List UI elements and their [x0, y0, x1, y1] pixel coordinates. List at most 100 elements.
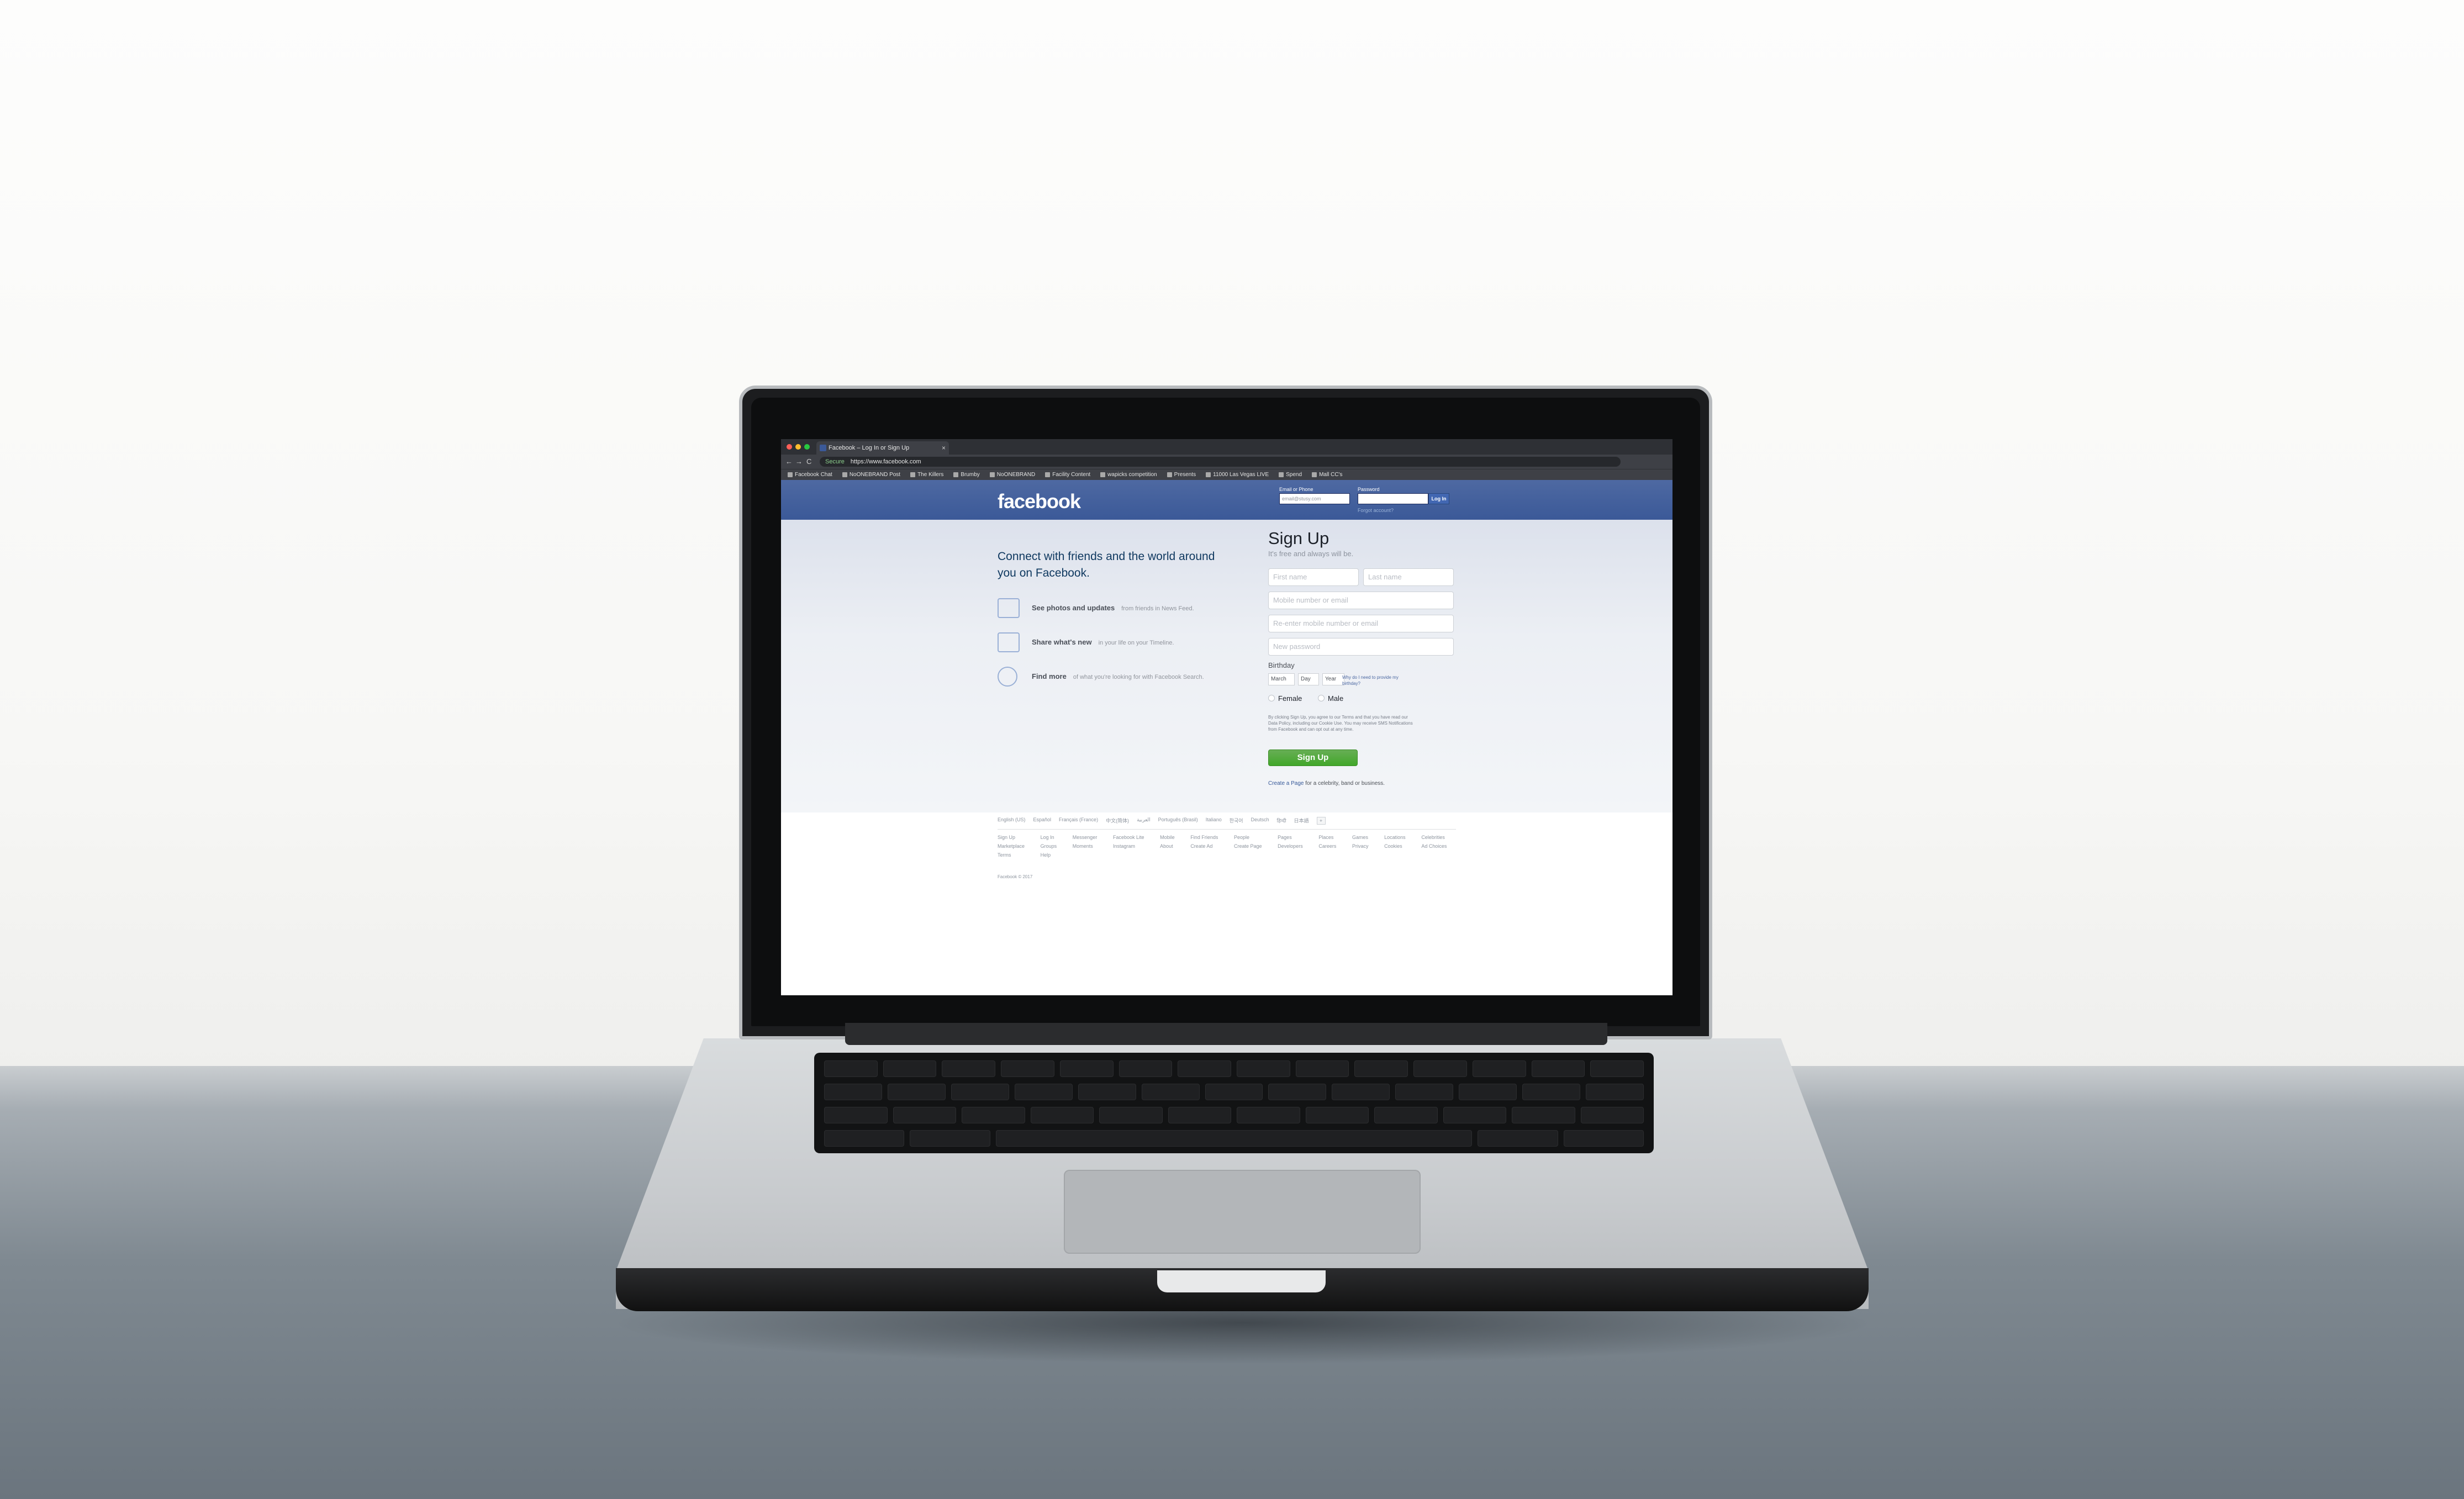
language-link[interactable]: Español: [1033, 817, 1052, 825]
footer-link[interactable]: Sign Up: [998, 835, 1034, 840]
back-arrow-icon[interactable]: ←: [785, 457, 793, 466]
gender-female-radio[interactable]: Female: [1268, 694, 1302, 703]
bookmark-item[interactable]: Facebook Chat: [788, 472, 832, 478]
more-languages-button[interactable]: +: [1316, 817, 1326, 825]
bookmark-item[interactable]: Facility Content: [1045, 472, 1090, 478]
bookmark-folder-icon: [788, 472, 793, 477]
language-link[interactable]: Italiano: [1206, 817, 1222, 825]
footer-link[interactable]: Developers: [1278, 843, 1312, 849]
footer-link[interactable]: Ad Choices: [1421, 843, 1456, 849]
tab-facebook[interactable]: Facebook – Log In or Sign Up ×: [816, 441, 949, 455]
keyboard: [814, 1053, 1654, 1153]
footer-link[interactable]: Games: [1352, 835, 1378, 840]
footer-link[interactable]: Places: [1318, 835, 1346, 840]
language-link[interactable]: 한국어: [1230, 817, 1243, 825]
footer-link[interactable]: Terms: [998, 852, 1034, 858]
language-link[interactable]: English (US): [998, 817, 1026, 825]
birthday-label: Birthday: [1268, 661, 1295, 669]
language-link[interactable]: 中文(简体): [1106, 817, 1129, 825]
footer-link[interactable]: Log In: [1041, 835, 1066, 840]
login-button[interactable]: Log In: [1428, 493, 1449, 504]
gender-male-label: Male: [1328, 694, 1344, 703]
signup-button[interactable]: Sign Up: [1268, 750, 1358, 766]
first-name-input[interactable]: First name: [1268, 568, 1359, 586]
footer-link[interactable]: Create Ad: [1190, 843, 1227, 849]
minimize-window-icon[interactable]: [795, 444, 801, 450]
bookmark-item[interactable]: Mall CC's: [1312, 472, 1343, 478]
laptop-screen: Facebook – Log In or Sign Up × ← → C Sec…: [781, 439, 1672, 995]
gender-male-radio[interactable]: Male: [1318, 694, 1343, 703]
language-link[interactable]: 日本語: [1294, 817, 1309, 825]
forgot-account-link[interactable]: Forgot account?: [1358, 508, 1394, 513]
key-row: [824, 1107, 1644, 1123]
reenter-mobile-email-input[interactable]: Re-enter mobile number or email: [1268, 615, 1454, 632]
footer-link[interactable]: Moments: [1073, 843, 1106, 849]
bookmark-label: Spend: [1286, 472, 1302, 478]
feature-find: Find more of what you're looking for with…: [998, 667, 1263, 689]
facebook-logo[interactable]: facebook: [998, 490, 1081, 513]
footer-link[interactable]: Facebook Lite: [1113, 835, 1153, 840]
bookmark-item[interactable]: 11000 Las Vegas LIVE: [1206, 472, 1269, 478]
feature-desc: of what you're looking for with Facebook…: [1073, 674, 1204, 680]
birth-day-select[interactable]: Day: [1298, 673, 1319, 685]
new-password-input[interactable]: New password: [1268, 638, 1454, 656]
footer-link[interactable]: Groups: [1041, 843, 1066, 849]
reload-icon[interactable]: C: [806, 457, 811, 466]
bookmark-item[interactable]: Spend: [1279, 472, 1302, 478]
footer-link[interactable]: Locations: [1384, 835, 1415, 840]
language-link[interactable]: Deutsch: [1251, 817, 1269, 825]
radio-circle-icon: [1318, 695, 1325, 701]
news-feed-icon: [998, 598, 1020, 618]
footer-link[interactable]: Privacy: [1352, 843, 1378, 849]
tagline: Connect with friends and the world aroun…: [998, 550, 1215, 579]
language-link[interactable]: العربية: [1137, 817, 1151, 825]
birth-year-select[interactable]: Year: [1322, 673, 1344, 685]
footer-link[interactable]: Find Friends: [1190, 835, 1227, 840]
footer-link[interactable]: Create Page: [1234, 843, 1271, 849]
bookmark-label: Mall CC's: [1319, 472, 1343, 478]
bookmark-item[interactable]: NoONEBRAND Post: [842, 472, 900, 478]
language-link[interactable]: Français (France): [1059, 817, 1098, 825]
last-name-input[interactable]: Last name: [1363, 568, 1454, 586]
footer-link[interactable]: Instagram: [1113, 843, 1153, 849]
footer-link[interactable]: Help: [1041, 852, 1066, 858]
close-window-icon[interactable]: [787, 444, 792, 450]
footer-link[interactable]: Marketplace: [998, 843, 1034, 849]
footer-link[interactable]: Celebrities: [1421, 835, 1456, 840]
maximize-window-icon[interactable]: [804, 444, 810, 450]
bookmark-label: NoONEBRAND: [996, 472, 1036, 478]
footer-link[interactable]: Careers: [1318, 843, 1346, 849]
bookmark-item[interactable]: The Killers: [910, 472, 943, 478]
bookmark-folder-icon: [953, 472, 959, 477]
forward-arrow-icon[interactable]: →: [795, 457, 803, 466]
footer-divider: [998, 829, 1456, 830]
footer-link[interactable]: Messenger: [1073, 835, 1106, 840]
language-link[interactable]: Português (Brasil): [1158, 817, 1198, 825]
bookmark-item[interactable]: Presents: [1167, 472, 1196, 478]
footer-link[interactable]: Mobile: [1160, 835, 1184, 840]
language-link[interactable]: हिन्दी: [1277, 817, 1286, 825]
bookmark-item[interactable]: wapicks competition: [1100, 472, 1157, 478]
facebook-main: Connect with friends and the world aroun…: [781, 520, 1672, 812]
facebook-header: facebook Email or Phone email@stusy.com …: [781, 480, 1672, 520]
close-tab-icon[interactable]: ×: [942, 441, 946, 455]
url-input[interactable]: Secure https://www.facebook.com: [820, 457, 1621, 467]
bookmark-label: NoONEBRAND Post: [849, 472, 901, 478]
login-password-input[interactable]: [1358, 493, 1428, 504]
bookmark-label: Brumby: [961, 472, 980, 478]
footer-link[interactable]: People: [1234, 835, 1271, 840]
bookmark-item[interactable]: Brumby: [953, 472, 980, 478]
secure-lock-label: Secure: [825, 458, 845, 465]
login-email-input[interactable]: email@stusy.com: [1279, 493, 1350, 504]
footer-link[interactable]: Cookies: [1384, 843, 1415, 849]
birth-month-select[interactable]: March: [1268, 673, 1295, 685]
footer-link[interactable]: About: [1160, 843, 1184, 849]
radio-circle-icon: [1268, 695, 1275, 701]
footer-link[interactable]: Pages: [1278, 835, 1312, 840]
bookmark-item[interactable]: NoONEBRAND: [989, 472, 1036, 478]
key-row: [824, 1130, 1644, 1147]
bookmark-folder-icon: [1206, 472, 1211, 477]
why-birthday-link[interactable]: Why do I need to provide my birthday?: [1342, 674, 1414, 687]
create-page-link[interactable]: Create a Page: [1268, 780, 1304, 787]
mobile-email-input[interactable]: Mobile number or email: [1268, 592, 1454, 609]
